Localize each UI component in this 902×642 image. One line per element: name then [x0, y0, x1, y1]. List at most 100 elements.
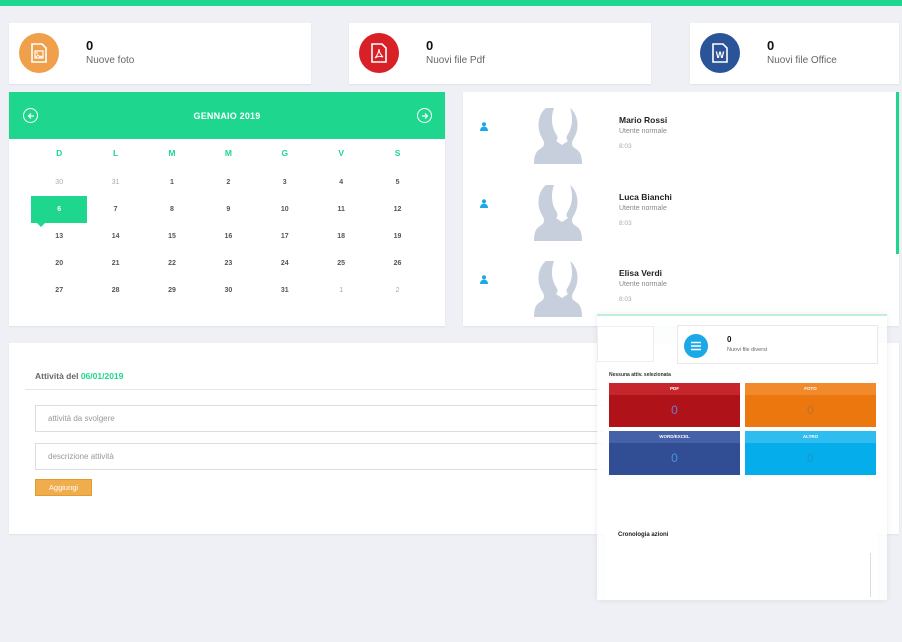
add-button[interactable]: Aggiungi	[35, 479, 92, 496]
tile-label: PDF	[670, 386, 679, 391]
no-activity-selected: Nessuna attiv. selezionata	[609, 372, 671, 378]
calendar-day[interactable]: 26	[369, 260, 425, 267]
user-name: Mario Rossi	[619, 115, 668, 125]
calendar-day[interactable]: 16	[200, 233, 256, 240]
calendar-day[interactable]: 1	[144, 179, 200, 186]
stat-card-misc[interactable]: 0 Nuovi file diversi	[677, 325, 878, 364]
calendar-day[interactable]: 8	[144, 206, 200, 213]
user-icon	[480, 199, 488, 208]
calendar-day[interactable]: 14	[87, 233, 143, 240]
weekday-row: DLMMGVS	[31, 145, 426, 161]
calendar-day[interactable]: 15	[144, 233, 200, 240]
description-input[interactable]	[35, 443, 615, 470]
calendar-day[interactable]: 7	[87, 206, 143, 213]
weekday-label: L	[112, 148, 119, 158]
weekday-label: M	[224, 148, 232, 158]
avatar	[534, 108, 582, 164]
pdf-icon	[359, 33, 399, 73]
calendar-day[interactable]: 10	[257, 206, 313, 213]
calendar-day[interactable]: 2	[200, 179, 256, 186]
tile-pdf[interactable]: PDF 0	[609, 383, 740, 427]
avatar	[534, 185, 582, 241]
user-icon	[480, 122, 488, 131]
image-icon	[19, 33, 59, 73]
tile-count: 0	[807, 403, 814, 417]
stat-label: Nuove foto	[86, 55, 135, 66]
tile-count: 0	[671, 451, 678, 465]
calendar-day[interactable]: 12	[369, 206, 425, 213]
calendar-week: 20 21 22 23 24 25 26	[31, 250, 426, 277]
calendar-day[interactable]: 29	[144, 287, 200, 294]
history-panel: Cronologia azioni	[605, 525, 877, 600]
calendar-day[interactable]: 5	[369, 179, 425, 186]
calendar-day[interactable]: 11	[313, 206, 369, 213]
user-row[interactable]: Elisa Verdi Utente normale 8:03	[463, 245, 893, 317]
overlay-top-line	[597, 314, 887, 316]
calendar-day[interactable]: 27	[31, 287, 87, 294]
overlay-popup: 0 Nuovi file diversi Nessuna attiv. sele…	[597, 314, 887, 600]
calendar-day[interactable]: 9	[200, 206, 256, 213]
weekday-label: D	[56, 148, 63, 158]
history-title: Cronologia azioni	[618, 532, 669, 538]
stat-card-photos[interactable]: 0 Nuove foto	[9, 23, 311, 84]
user-time: 8:03	[619, 220, 632, 227]
calendar-week: 6 7 8 9 10 11 12	[31, 196, 426, 227]
calendar-day[interactable]: 1	[313, 287, 369, 294]
calendar-day[interactable]: 2	[369, 287, 425, 294]
stat-count: 0	[767, 38, 775, 53]
divider	[25, 389, 625, 390]
calendar-day[interactable]: 20	[31, 260, 87, 267]
calendar-day-today[interactable]: 6	[31, 196, 88, 227]
calendar-day[interactable]: 30	[31, 179, 87, 186]
user-role: Utente normale	[619, 205, 667, 212]
calendar-day[interactable]: 31	[257, 287, 313, 294]
calendar-day[interactable]: 21	[87, 260, 143, 267]
user-list: Mario Rossi Utente normale 8:03 Luca Bianch…	[463, 92, 899, 326]
tile-count: 0	[671, 403, 678, 417]
calendar-day[interactable]: 31	[87, 179, 143, 186]
calendar-week: 30 31 1 2 3 4 5	[31, 169, 426, 196]
tile-label: WORD/EXCEL	[659, 434, 690, 439]
stat-count: 0	[426, 38, 434, 53]
calendar-day[interactable]: 23	[200, 260, 256, 267]
calendar-day[interactable]: 24	[257, 260, 313, 267]
calendar: GENNAIO 2019 D L M M G V S 30 31 1 2 3 4 5 6 7 8 9 10 11 12 1…	[9, 92, 445, 326]
user-row[interactable]: Luca Bianchi Utente normale 8:03	[463, 169, 893, 241]
stat-label: Nuovi file Pdf	[426, 55, 485, 66]
activities-title-prefix: Attività del	[35, 371, 79, 381]
calendar-day[interactable]: 28	[87, 287, 143, 294]
calendar-header: GENNAIO 2019	[9, 92, 445, 139]
overlay-partial-card	[597, 326, 654, 362]
tile-other[interactable]: ALTRO 0	[745, 431, 876, 475]
activities-title: Attività del 06/01/2019	[35, 371, 123, 381]
weekday-label: G	[281, 148, 289, 158]
user-row[interactable]: Mario Rossi Utente normale 8:03	[463, 92, 893, 164]
history-scrollbar[interactable]	[870, 553, 871, 597]
calendar-week: 27 28 29 30 31 1 2	[31, 277, 426, 304]
tile-word-excel[interactable]: WORD/EXCEL 0	[609, 431, 740, 475]
calendar-day[interactable]: 25	[313, 260, 369, 267]
stat-count: 0	[86, 38, 94, 53]
calendar-day[interactable]: 17	[257, 233, 313, 240]
calendar-day[interactable]: 30	[200, 287, 256, 294]
calendar-day[interactable]: 18	[313, 233, 369, 240]
tile-photo[interactable]: FOTO 0	[745, 383, 876, 427]
stat-card-office[interactable]: W 0 Nuovi file Office	[690, 23, 899, 84]
calendar-day[interactable]: 22	[144, 260, 200, 267]
calendar-day[interactable]: 19	[369, 233, 425, 240]
stat-label: Nuovi file diversi	[727, 347, 768, 353]
calendar-day[interactable]: 3	[257, 179, 313, 186]
stat-card-pdf[interactable]: 0 Nuovi file Pdf	[349, 23, 651, 84]
user-name: Elisa Verdi	[619, 268, 662, 278]
calendar-day[interactable]: 13	[31, 233, 87, 240]
user-role: Utente normale	[619, 281, 667, 288]
tile-label: FOTO	[804, 386, 817, 391]
user-list-scrollbar[interactable]	[896, 92, 899, 254]
calendar-day[interactable]: 4	[313, 179, 369, 186]
weekday-label: M	[168, 148, 176, 158]
weekday-label: V	[338, 148, 344, 158]
next-month-button[interactable]	[417, 108, 432, 123]
word-icon: W	[700, 33, 740, 73]
activities-date: 06/01/2019	[80, 371, 124, 381]
task-input[interactable]	[35, 405, 615, 432]
